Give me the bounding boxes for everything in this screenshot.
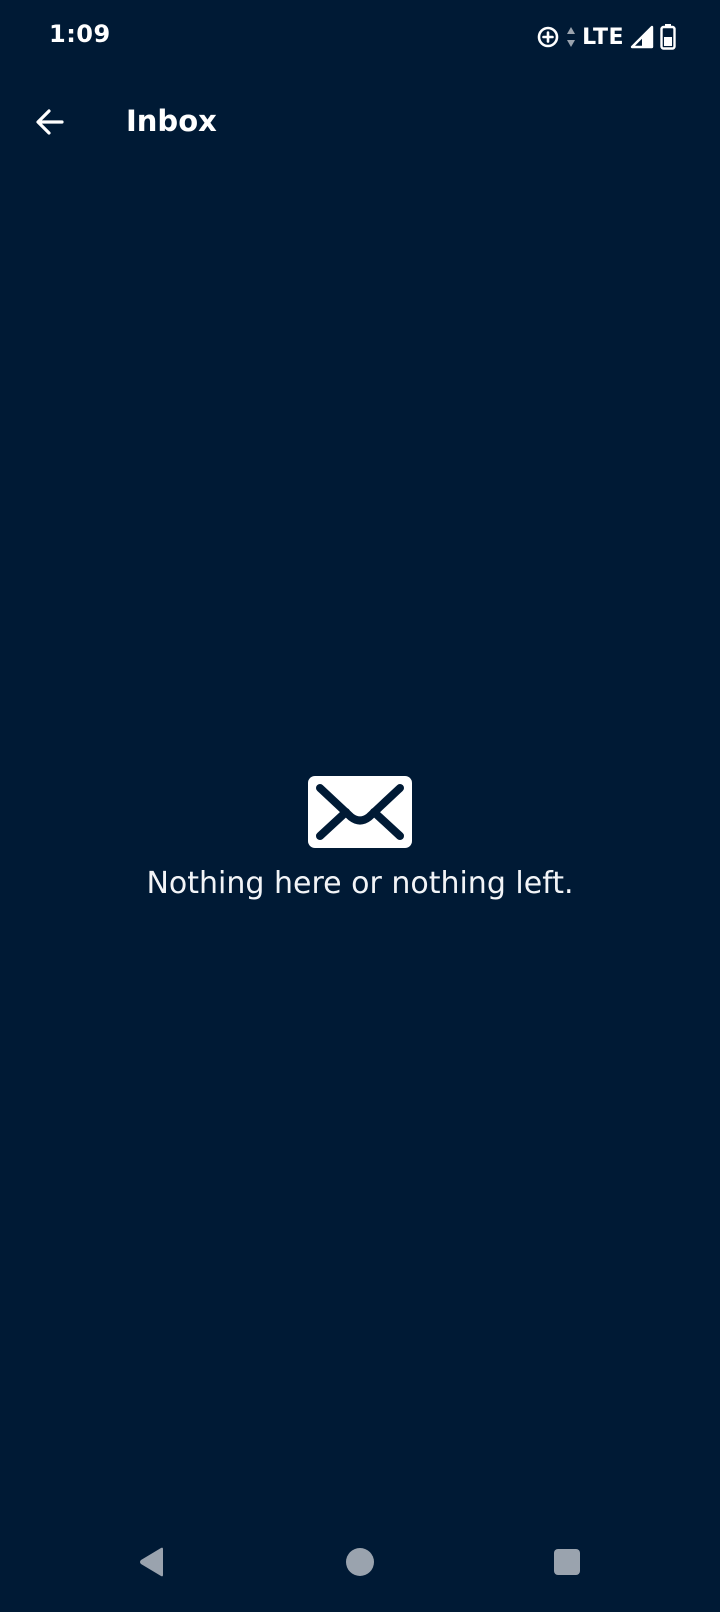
empty-state: Nothing here or nothing left.: [0, 776, 720, 901]
status-time: 1:09: [49, 20, 111, 48]
data-saver-icon: [536, 25, 560, 49]
nav-home-button[interactable]: [330, 1534, 390, 1594]
app-bar: Inbox: [0, 82, 720, 166]
empty-state-message: Nothing here or nothing left.: [146, 866, 574, 901]
page-title: Inbox: [126, 104, 217, 138]
status-icons: LTE: [536, 22, 676, 52]
navigation-bar: [0, 1516, 720, 1612]
nav-recents-icon: [553, 1548, 581, 1580]
nav-recents-button[interactable]: [537, 1534, 597, 1594]
inbox-screen: 1:09 LTE Inbox Nothing here or nothing l…: [0, 0, 720, 1612]
signal-icon: [630, 25, 654, 49]
nav-back-icon: [137, 1546, 167, 1582]
nav-home-icon: [345, 1547, 375, 1581]
back-button[interactable]: [20, 94, 80, 154]
battery-icon: [660, 24, 676, 50]
arrow-left-icon: [34, 106, 66, 142]
network-type: LTE: [582, 24, 624, 50]
status-bar: 1:09 LTE: [0, 0, 720, 72]
data-arrows-icon: [566, 26, 576, 48]
nav-back-button[interactable]: [122, 1534, 182, 1594]
envelope-icon: [308, 776, 412, 848]
